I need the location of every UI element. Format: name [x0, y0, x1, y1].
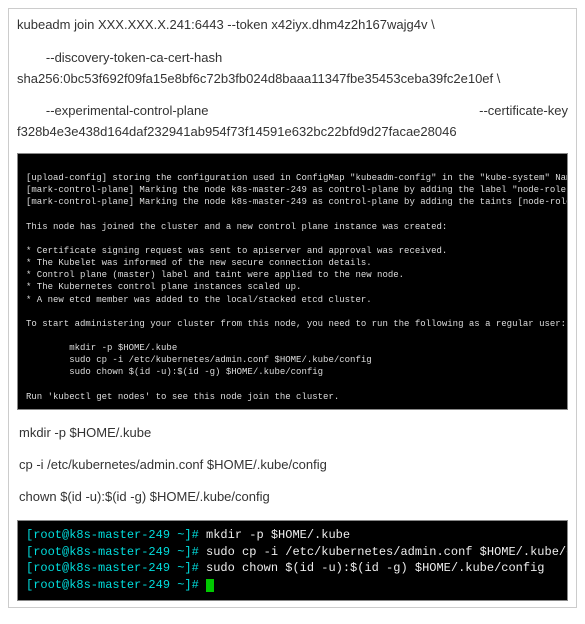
cmd-line: chown $(id -u):$(id -g) $HOME/.kube/conf… — [19, 484, 566, 510]
prompt: [root@k8s-master-249 ~]# — [26, 578, 206, 592]
terminal-output-2: [root@k8s-master-249 ~]# mkdir -p $HOME/… — [17, 520, 568, 601]
cmd-line: mkdir -p $HOME/.kube — [19, 420, 566, 446]
term-line: sudo cp -i /etc/kubernetes/admin.conf $H… — [26, 355, 372, 365]
cmd-line: cp -i /etc/kubernetes/admin.conf $HOME/.… — [19, 452, 566, 478]
cmd-line: f328b4e3e438d164daf232941ab954f73f14591e… — [17, 122, 568, 143]
term-line: * The Kubelet was informed of the new se… — [26, 258, 372, 268]
term-line: sudo chown $(id -u):$(id -g) $HOME/.kube… — [26, 367, 323, 377]
post-command-block: mkdir -p $HOME/.kube cp -i /etc/kubernet… — [19, 420, 566, 510]
term-line: * Certificate signing request was sent t… — [26, 246, 447, 256]
top-command-block: kubeadm join XXX.XXX.X.241:6443 --token … — [17, 15, 568, 143]
cursor-icon — [206, 579, 214, 592]
term-line: * The Kubernetes control plane instances… — [26, 282, 301, 292]
term-line: [upload-config] storing the configuratio… — [26, 173, 568, 183]
term-cmd: sudo chown $(id -u):$(id -g) $HOME/.kube… — [206, 561, 544, 575]
term-line: * A new etcd member was added to the loc… — [26, 295, 372, 305]
cmd-line: kubeadm join XXX.XXX.X.241:6443 --token … — [17, 15, 568, 36]
term-cmd: mkdir -p $HOME/.kube — [206, 528, 350, 542]
prompt: [root@k8s-master-249 ~]# — [26, 561, 206, 575]
term-line: To start administering your cluster from… — [26, 319, 566, 329]
flag-experimental: --experimental-control-plane — [17, 101, 208, 122]
flag-certificate-key: --certificate-key — [479, 101, 568, 122]
term-line: This node has joined the cluster and a n… — [26, 222, 447, 232]
cmd-line: --discovery-token-ca-cert-hash sha256:0b… — [17, 48, 568, 90]
prompt: [root@k8s-master-249 ~]# — [26, 545, 206, 559]
term-line: * Control plane (master) label and taint… — [26, 270, 404, 280]
terminal-output-1: [upload-config] storing the configuratio… — [17, 153, 568, 410]
term-cmd: sudo cp -i /etc/kubernetes/admin.conf $H… — [206, 545, 568, 559]
term-line: Run 'kubectl get nodes' to see this node… — [26, 392, 339, 402]
prompt: [root@k8s-master-249 ~]# — [26, 528, 206, 542]
term-line: [mark-control-plane] Marking the node k8… — [26, 185, 568, 195]
term-line: [mark-control-plane] Marking the node k8… — [26, 197, 568, 207]
term-line: mkdir -p $HOME/.kube — [26, 343, 177, 353]
document-container: kubeadm join XXX.XXX.X.241:6443 --token … — [8, 8, 577, 608]
cmd-line-flags: --experimental-control-plane --certifica… — [17, 101, 568, 122]
